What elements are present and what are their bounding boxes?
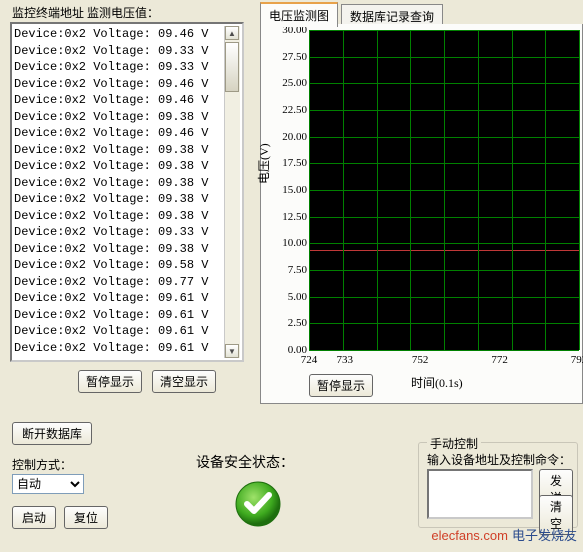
log-line: Device:0x2 Voltage: 09.61 V (14, 323, 240, 340)
y-tick-label: 2.50 (267, 317, 307, 329)
start-button[interactable]: 启动 (12, 506, 56, 529)
x-tick-label: 752 (412, 354, 429, 366)
log-scrollbar[interactable]: ▲ ▼ (224, 26, 240, 358)
log-line: Device:0x2 Voltage: 09.61 V (14, 340, 240, 357)
tab-voltage-chart[interactable]: 电压监测图 (260, 2, 338, 27)
scroll-down-icon[interactable]: ▼ (225, 344, 239, 358)
log-line: Device:0x2 Voltage: 09.46 V (14, 92, 240, 109)
x-tick-label: 772 (491, 354, 508, 366)
voltage-chart (309, 30, 579, 350)
log-list: Device:0x2 Voltage: 09.46 VDevice:0x2 Vo… (10, 22, 244, 362)
log-line: Device:0x2 Voltage: 09.38 V (14, 241, 240, 258)
y-tick-label: 22.50 (267, 104, 307, 116)
x-tick-label: 792 (571, 354, 583, 366)
clear-log-button[interactable]: 清空显示 (152, 370, 216, 393)
watermark: elecfans.com 电子发烧友 (431, 525, 577, 544)
log-header: 监控终端地址 监测电压值： (12, 4, 159, 21)
chart-panel: 电压(V) 时间(0.1s) 暂停显示 0.002.505.007.5010.0… (260, 24, 583, 404)
y-tick-label: 12.50 (267, 211, 307, 223)
pause-chart-button[interactable]: 暂停显示 (309, 374, 373, 397)
log-line: Device:0x2 Voltage: 09.38 V (14, 175, 240, 192)
log-line: Device:0x2 Voltage: 09.33 V (14, 59, 240, 76)
log-line: Device:0x2 Voltage: 09.46 V (14, 125, 240, 142)
log-line: Device:0x2 Voltage: 09.77 V (14, 274, 240, 291)
manual-group-label: 手动控制 (427, 435, 481, 452)
log-line: Device:0x2 Voltage: 09.38 V (14, 142, 240, 159)
log-line: Device:0x2 Voltage: 09.46 V (14, 76, 240, 93)
log-line: Device:0x2 Voltage: 09.46 V (14, 26, 240, 43)
pause-log-button[interactable]: 暂停显示 (78, 370, 142, 393)
log-line: Device:0x2 Voltage: 09.38 V (14, 109, 240, 126)
manual-control-group: 手动控制 输入设备地址及控制命令： 发送 清空 (418, 442, 578, 528)
control-mode-label: 控制方式： (12, 456, 72, 473)
y-tick-label: 17.50 (267, 157, 307, 169)
log-line: Device:0x2 Voltage: 09.38 V (14, 208, 240, 225)
manual-input-label: 输入设备地址及控制命令： (427, 451, 571, 468)
scroll-thumb[interactable] (225, 42, 239, 92)
y-tick-label: 27.50 (267, 51, 307, 63)
status-label: 设备安全状态： (196, 452, 294, 472)
command-input[interactable] (427, 469, 533, 519)
y-tick-label: 10.00 (267, 237, 307, 249)
log-line: Device:0x2 Voltage: 09.61 V (14, 307, 240, 324)
log-content: Device:0x2 Voltage: 09.46 VDevice:0x2 Vo… (14, 26, 240, 356)
y-tick-label: 7.50 (267, 264, 307, 276)
log-line: Device:0x2 Voltage: 09.33 V (14, 43, 240, 60)
log-line: Device:0x2 Voltage: 09.61 V (14, 290, 240, 307)
control-mode-select[interactable]: 自动 (12, 474, 84, 494)
y-tick-label: 15.00 (267, 184, 307, 196)
watermark-cn: 电子发烧友 (512, 528, 577, 543)
scroll-up-icon[interactable]: ▲ (225, 26, 239, 40)
watermark-latin: elecfans.com (431, 528, 508, 543)
x-tick-label: 724 (301, 354, 318, 366)
disconnect-db-button[interactable]: 断开数据库 (12, 422, 92, 445)
log-line: Device:0x2 Voltage: 09.33 V (14, 224, 240, 241)
y-tick-label: 25.00 (267, 77, 307, 89)
log-line: Device:0x2 Voltage: 09.58 V (14, 257, 240, 274)
x-axis-label: 时间(0.1s) (411, 374, 463, 391)
log-line: Device:0x2 Voltage: 09.38 V (14, 191, 240, 208)
y-tick-label: 20.00 (267, 131, 307, 143)
x-tick-label: 733 (336, 354, 353, 366)
check-ok-icon (234, 480, 282, 528)
reset-button[interactable]: 复位 (64, 506, 108, 529)
log-line: Device:0x2 Voltage: 09.38 V (14, 158, 240, 175)
y-tick-label: 5.00 (267, 291, 307, 303)
